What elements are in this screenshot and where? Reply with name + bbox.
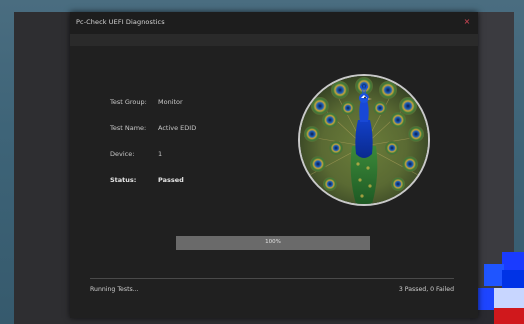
peacock-image — [300, 76, 428, 204]
footer-divider — [90, 278, 454, 279]
device-value: 1 — [158, 150, 163, 158]
blue-tile — [502, 270, 524, 288]
desktop-tiles — [470, 252, 524, 324]
info-row-device: Device: 1 — [110, 150, 270, 160]
blue-tile — [502, 252, 524, 270]
status-value: Passed — [158, 176, 184, 184]
results-summary: 3 Passed, 0 Failed — [398, 286, 454, 293]
peacock-illustration — [300, 76, 428, 204]
red-tile — [494, 308, 524, 324]
light-tile — [494, 288, 524, 308]
test-group-value: Monitor — [158, 98, 183, 106]
info-row-test-group: Test Group: Monitor — [110, 98, 270, 108]
progress-bar: 100% — [176, 236, 370, 250]
blue-tile — [484, 264, 504, 286]
running-status: Running Tests... — [90, 286, 139, 293]
title-bar: Pc-Check UEFI Diagnostics × — [70, 12, 478, 34]
info-row-status: Status: Passed — [110, 176, 270, 186]
window-title: Pc-Check UEFI Diagnostics — [76, 18, 165, 26]
menu-strip — [70, 34, 478, 46]
progress-label: 100% — [265, 239, 281, 245]
close-button[interactable]: × — [462, 17, 472, 27]
test-name-value: Active EDID — [158, 124, 197, 132]
diagnostics-window: Pc-Check UEFI Diagnostics × Test Group: … — [70, 12, 478, 318]
info-row-test-name: Test Name: Active EDID — [110, 124, 270, 134]
